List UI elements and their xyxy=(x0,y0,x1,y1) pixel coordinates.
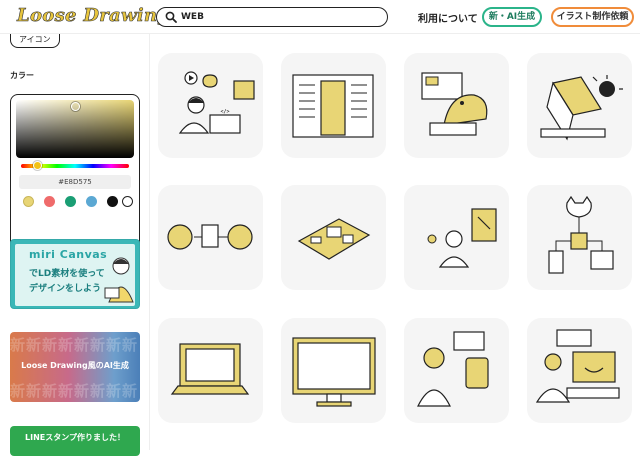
nav-usage-link[interactable]: 利用について xyxy=(418,10,478,25)
new-ai-button[interactable]: 新・AI生成 xyxy=(482,7,542,27)
miricanvas-logo: miri Canvas xyxy=(29,248,108,261)
swatch-yellow[interactable] xyxy=(23,196,34,207)
ai-banner-caption: Loose Drawing風のAI生成 xyxy=(21,361,129,370)
person-workflow-icon xyxy=(427,208,497,268)
banner-panel: miri Canvas でLD素材を使って デザインをしよう xyxy=(15,244,135,306)
illustration-card[interactable] xyxy=(281,185,386,290)
color-picker: #E8D575 xyxy=(10,94,140,249)
hue-handle[interactable] xyxy=(33,161,42,170)
saturation-value-area[interactable] xyxy=(16,100,134,158)
illustration-request-button[interactable]: イラスト制作依頼 xyxy=(551,7,634,27)
color-swatches xyxy=(19,196,133,208)
sv-handle[interactable] xyxy=(71,102,80,111)
site-logo[interactable]: Loose Drawing xyxy=(17,5,170,27)
line-banner-caption: LINEスタンプ作りました！ xyxy=(25,433,125,442)
laptop-virus-icon xyxy=(540,75,623,141)
site-header: Loose Drawing 利用について 新・AI生成 イラスト制作依頼 xyxy=(0,0,640,34)
laptop-icon xyxy=(170,343,250,395)
line-stamp-banner[interactable]: LINEスタンプ作りました！ xyxy=(10,426,140,456)
swatch-black[interactable] xyxy=(107,196,118,207)
category-tag-icon[interactable]: アイコン xyxy=(10,34,60,48)
illustration-card[interactable] xyxy=(527,53,632,158)
illustration-card[interactable] xyxy=(527,318,632,423)
search-icon xyxy=(165,11,177,23)
swatch-white[interactable] xyxy=(122,196,133,207)
person-computer-audio-icon: </> xyxy=(178,71,255,134)
cat-devices-icon xyxy=(548,195,614,274)
server-building-icon xyxy=(292,74,374,138)
people-document-exchange-icon xyxy=(167,224,253,250)
girl-illustration-icon xyxy=(104,257,134,303)
banner-watermark-top: 新新新新新新新新 xyxy=(10,336,139,354)
circuit-board-icon xyxy=(297,218,371,260)
illustration-card[interactable] xyxy=(281,53,386,158)
illustration-card[interactable]: </> xyxy=(158,53,263,158)
monitor-icon xyxy=(292,337,376,407)
banner-line-1: でLD素材を使って xyxy=(29,269,105,279)
illustration-card[interactable] xyxy=(281,318,386,423)
hex-input[interactable]: #E8D575 xyxy=(19,175,131,189)
banner-line-2: デザインをしよう xyxy=(29,284,102,294)
illustration-card[interactable] xyxy=(404,185,509,290)
filter-sidebar: アイコン カラー #E8D575 miri Canvas でLD素材を使って デ… xyxy=(0,34,150,456)
svg-text:</>: </> xyxy=(220,109,229,115)
search-bar[interactable] xyxy=(156,7,388,27)
hue-slider[interactable] xyxy=(21,161,129,170)
color-section-title: カラー xyxy=(10,71,34,80)
illustration-card[interactable] xyxy=(404,53,509,158)
dinosaur-laptop-icon xyxy=(421,72,488,136)
swatch-green[interactable] xyxy=(65,196,76,207)
banner-watermark-bottom: 新新新新新新新新 xyxy=(10,382,139,400)
ai-generation-banner[interactable]: 新新新新新新新新 Loose Drawing風のAI生成 新新新新新新新新 xyxy=(10,332,140,402)
illustration-card[interactable] xyxy=(404,318,509,423)
illustration-card[interactable] xyxy=(158,318,263,423)
person-laptop-smile-icon xyxy=(535,329,620,403)
swatch-blue[interactable] xyxy=(86,196,97,207)
person-tablet-icon xyxy=(417,331,489,407)
search-input[interactable] xyxy=(181,9,381,25)
swatch-red[interactable] xyxy=(44,196,55,207)
miricanvas-banner[interactable]: miri Canvas でLD素材を使って デザインをしよう xyxy=(10,239,140,309)
illustration-card[interactable] xyxy=(527,185,632,290)
illustration-card[interactable] xyxy=(158,185,263,290)
